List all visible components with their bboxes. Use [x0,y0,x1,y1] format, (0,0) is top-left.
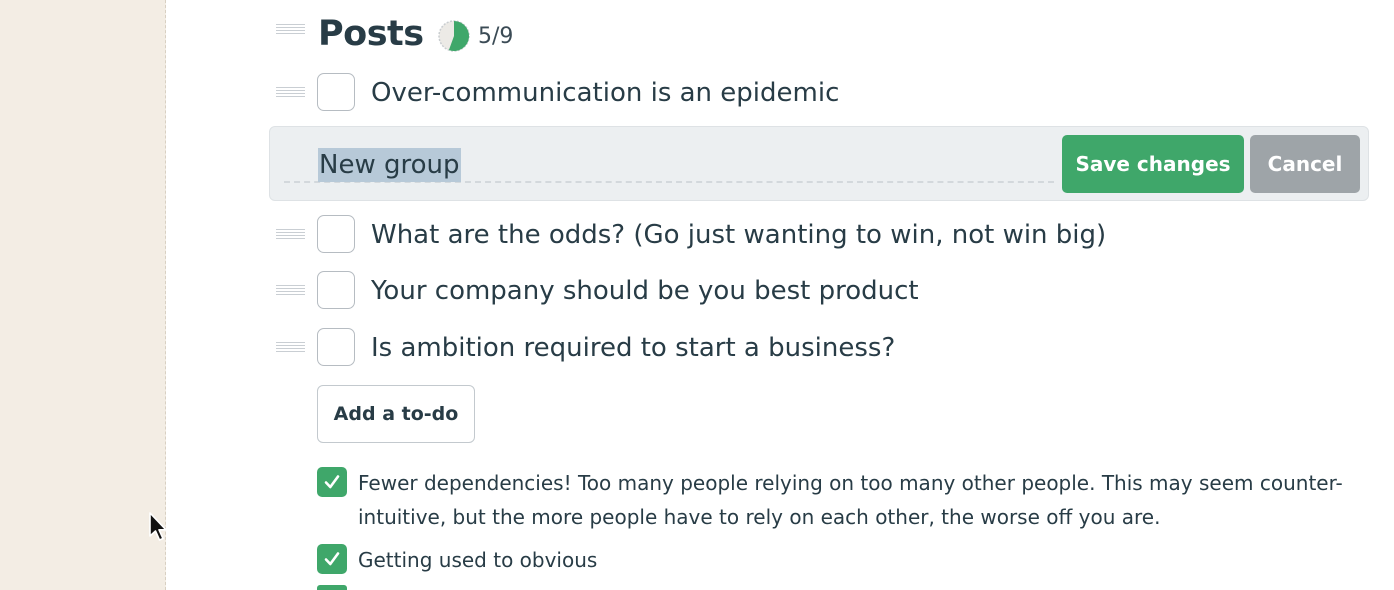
completed-checkbox[interactable] [317,544,347,574]
drag-handle-icon[interactable] [276,342,305,354]
list-title[interactable]: Posts [318,12,424,56]
todo-checkbox[interactable] [317,215,355,253]
checkmark-icon [324,475,340,489]
mouse-cursor-icon [149,512,167,541]
save-changes-button[interactable]: Save changes [1062,135,1244,193]
drag-handle-icon[interactable] [276,285,305,297]
completed-checkbox[interactable] [317,467,347,497]
group-name-selected-text[interactable]: New group [318,148,461,182]
completed-checkbox-partial[interactable] [317,585,347,590]
todo-label[interactable]: Your company should be you best product [371,274,919,308]
add-todo-button[interactable]: Add a to-do [317,385,475,443]
drag-handle-icon[interactable] [276,24,305,36]
todo-label[interactable]: Is ambition required to start a business… [371,331,895,365]
completed-todo-line: Fewer dependencies! Too many people rely… [358,471,1343,495]
todo-checkbox[interactable] [317,73,355,111]
checkmark-icon [324,552,340,566]
drag-handle-icon[interactable] [276,229,305,241]
completed-todo-label[interactable]: Getting used to obvious [358,543,597,577]
todo-label[interactable]: What are the odds? (Go just wanting to w… [371,218,1106,252]
todo-label[interactable]: Over-communication is an epidemic [371,76,839,110]
todo-checkbox[interactable] [317,271,355,309]
cancel-button[interactable]: Cancel [1250,135,1360,193]
completed-todo-line: intuitive, but the more people have to r… [358,505,1161,529]
completed-todo-label[interactable]: Fewer dependencies! Too many people rely… [358,466,1343,534]
drag-handle-icon[interactable] [276,87,305,99]
sidebar [0,0,166,590]
new-group-editor: New group Save changes Cancel [269,126,1369,201]
todo-checkbox[interactable] [317,328,355,366]
progress-count: 5/9 [478,24,514,49]
progress-pie-icon [438,20,470,52]
